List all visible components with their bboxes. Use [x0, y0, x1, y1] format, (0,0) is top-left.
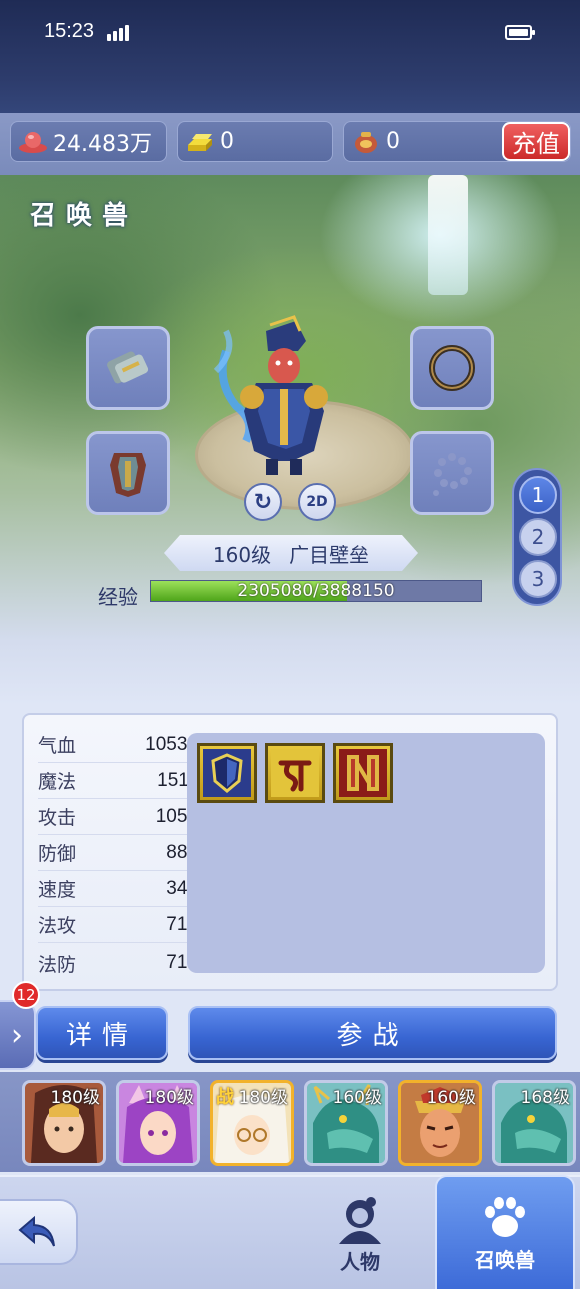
back-button[interactable] [0, 1199, 78, 1265]
rotate-icon: ↻ [253, 489, 273, 515]
pet-name-banner[interactable]: 160级 广目壁垒 [164, 535, 418, 571]
roster-pet-6[interactable]: 168级 [492, 1080, 576, 1166]
necklace-icon [433, 453, 472, 496]
currency-bar: 24.483万 0 0 充值 [0, 113, 580, 175]
pet-name: 广目壁垒 [289, 542, 370, 567]
silver-coin-icon [19, 131, 47, 153]
roster-pet-level: 180级 [50, 1088, 100, 1108]
nav-tab-pets-label: 召唤兽 [475, 1248, 535, 1272]
paw-icon [485, 1197, 525, 1237]
exp-label: 经验 [98, 585, 138, 609]
nav-tab-person-label: 人物 [340, 1250, 380, 1274]
chevron-right-icon: › [11, 1017, 23, 1053]
roster-pet-level: 160级 [426, 1088, 476, 1108]
gold-bar-icon [188, 133, 212, 151]
roster-pet-level: 180级 [238, 1088, 288, 1108]
pet-roster: 180级 180级 战 180级 160级 160级 168级 [0, 1072, 580, 1172]
roster-pet-level: 168级 [520, 1088, 570, 1108]
equipment-slot-ring[interactable] [410, 326, 494, 410]
nav-tab-person[interactable]: 人物 [290, 1177, 430, 1289]
stat-label: 法防 [38, 953, 77, 976]
stat-label: 气血 [38, 735, 77, 757]
skill-slot-1[interactable] [197, 743, 257, 803]
skill-slot-3[interactable] [333, 743, 393, 803]
nav-tab-pets[interactable]: 召唤兽 [435, 1175, 575, 1289]
stats-panel: 气血 10539 魔法 1511 攻击 1054 防御 886 速度 340 法… [22, 713, 558, 991]
status-time: 15:23 [44, 20, 95, 42]
stat-label: 魔法 [38, 771, 77, 793]
pet-showcase-scene: 召唤兽 ↻ 2D [0, 175, 580, 705]
stat-row-defense: 防御 886 [38, 835, 198, 871]
stat-label: 防御 [38, 843, 77, 865]
battery-icon [505, 25, 535, 40]
stat-row-magic-attack: 法攻 714 [38, 907, 198, 943]
roster-pet-4[interactable]: 160级 [304, 1080, 388, 1166]
rotate-button[interactable]: ↻ [244, 483, 282, 521]
exp-bar: 2305080/3888150 [150, 580, 482, 602]
ring-icon [429, 345, 475, 391]
skills-box [187, 733, 545, 973]
silver-currency[interactable]: 24.483万 [10, 121, 167, 162]
stat-row-speed: 速度 340 [38, 871, 198, 907]
cross-skill-icon [339, 749, 387, 797]
shield-skill-icon [203, 749, 251, 797]
equipment-slot-armor[interactable] [86, 431, 170, 515]
gold-amount: 0 [220, 129, 234, 154]
skill-slot-2[interactable] [265, 743, 325, 803]
roster-pet-1[interactable]: 180级 [22, 1080, 106, 1166]
equipment-slot-armguard[interactable] [86, 326, 170, 410]
armguard-icon [107, 351, 149, 384]
rune-skill-icon [271, 749, 319, 797]
bottom-nav: 人物 召唤兽 [0, 1175, 580, 1289]
roster-pet-5[interactable]: 160级 [398, 1080, 482, 1166]
pet-level: 160级 [212, 542, 272, 567]
jar-currency[interactable]: 0 充值 [343, 121, 571, 162]
page-selector: 1 2 3 [512, 468, 562, 606]
back-arrow-icon [18, 1215, 55, 1247]
signal-icon [107, 25, 131, 41]
waterfall-decoration [428, 175, 468, 295]
page-button-3[interactable]: 3 [519, 560, 557, 598]
stat-row-hp: 气血 10539 [38, 727, 198, 763]
silver-amount: 24.483万 [53, 131, 152, 157]
roster-pet-level: 160级 [332, 1088, 382, 1108]
stat-row-magic-defense: 法防 714 [38, 945, 198, 981]
jar-icon [355, 131, 377, 153]
stat-label: 法攻 [38, 915, 77, 937]
jar-amount: 0 [386, 129, 400, 154]
roster-pet-2[interactable]: 180级 [116, 1080, 200, 1166]
side-expand-button[interactable]: › [0, 1000, 36, 1070]
details-button[interactable]: 详情 [36, 1006, 168, 1060]
notification-badge: 12 [12, 981, 40, 1009]
roster-pet-level: 180级 [144, 1088, 194, 1108]
stat-label: 速度 [38, 879, 77, 901]
view-2d-button[interactable]: 2D [298, 483, 336, 521]
scene-title: 召唤兽 [30, 201, 139, 231]
join-battle-button[interactable]: 参战 [188, 1006, 557, 1060]
pet-character-model[interactable] [206, 311, 356, 481]
stat-row-attack: 攻击 1054 [38, 799, 198, 835]
armor-icon [110, 453, 146, 497]
stat-row-mp: 魔法 1511 [38, 763, 198, 799]
page-button-2[interactable]: 2 [519, 518, 557, 556]
stat-label: 攻击 [38, 807, 77, 829]
recharge-button[interactable]: 充值 [502, 122, 570, 161]
status-bar: 15:23 [0, 0, 580, 113]
equipment-slot-necklace[interactable] [410, 431, 494, 515]
person-icon [339, 1197, 381, 1244]
exp-value: 2305080/3888150 [237, 581, 395, 601]
roster-pet-3[interactable]: 战 180级 [210, 1080, 294, 1166]
page-button-1[interactable]: 1 [519, 476, 557, 514]
battle-tag: 战 [216, 1087, 234, 1108]
gold-currency[interactable]: 0 [177, 121, 333, 162]
